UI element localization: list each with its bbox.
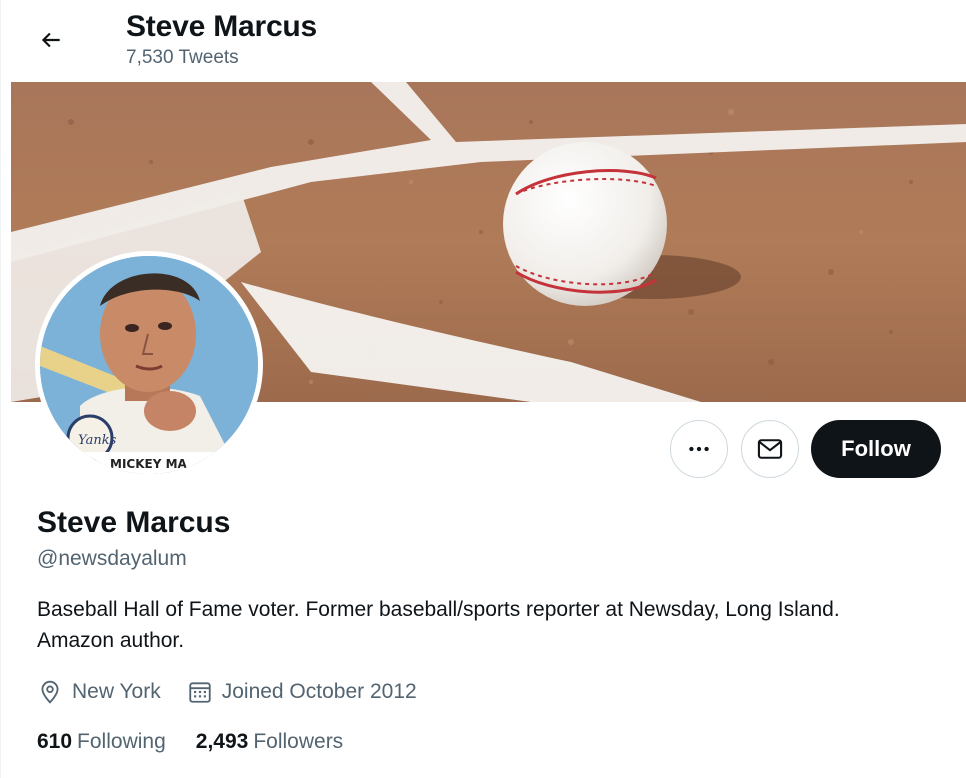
profile-bio: Baseball Hall of Fame voter. Former base… bbox=[37, 598, 840, 652]
profile-handle: @newsdayalum bbox=[37, 547, 187, 570]
svg-text:Yanks: Yanks bbox=[78, 433, 117, 448]
envelope-icon bbox=[757, 439, 783, 459]
location-pin-icon bbox=[41, 680, 59, 704]
profile-page: Steve Marcus 7,530 Tweets Yanks MICKEY M… bbox=[0, 0, 966, 778]
message-button[interactable] bbox=[741, 420, 799, 478]
profile-stats: 610 Following 2,493 Followers bbox=[37, 726, 373, 758]
profile-header: Steve Marcus 7,530 Tweets bbox=[1, 0, 966, 82]
ellipsis-icon bbox=[689, 446, 709, 452]
more-options-button[interactable] bbox=[670, 420, 728, 478]
header-title: Steve Marcus bbox=[126, 10, 318, 43]
avatar-card-text: MICKEY MA bbox=[110, 457, 188, 471]
tweet-count: 7,530 Tweets bbox=[126, 47, 239, 68]
baseball-card-avatar-image: Yanks MICKEY MA bbox=[40, 256, 258, 474]
joined-item: Joined October 2012 bbox=[187, 679, 417, 705]
following-count: 610 bbox=[37, 730, 73, 753]
header-title-block: Steve Marcus 7,530 Tweets bbox=[126, 10, 317, 70]
following-link[interactable]: 610 Following bbox=[37, 730, 166, 754]
follow-button[interactable]: Follow bbox=[811, 420, 941, 478]
location-text: New York bbox=[72, 680, 161, 703]
followers-label: Followers bbox=[253, 730, 344, 753]
following-label: Following bbox=[77, 730, 166, 753]
followers-link[interactable]: 2,493 Followers bbox=[196, 730, 343, 754]
back-button[interactable] bbox=[31, 20, 71, 60]
profile-name: Steve Marcus bbox=[37, 506, 231, 539]
profile-avatar[interactable]: Yanks MICKEY MA bbox=[35, 251, 263, 479]
arrow-left-icon bbox=[41, 32, 60, 48]
location-item: New York bbox=[37, 679, 161, 705]
joined-text: Joined October 2012 bbox=[221, 680, 417, 703]
profile-meta: New York Joined October 2012 bbox=[37, 676, 443, 708]
calendar-icon bbox=[189, 682, 211, 703]
followers-count: 2,493 bbox=[195, 730, 249, 753]
